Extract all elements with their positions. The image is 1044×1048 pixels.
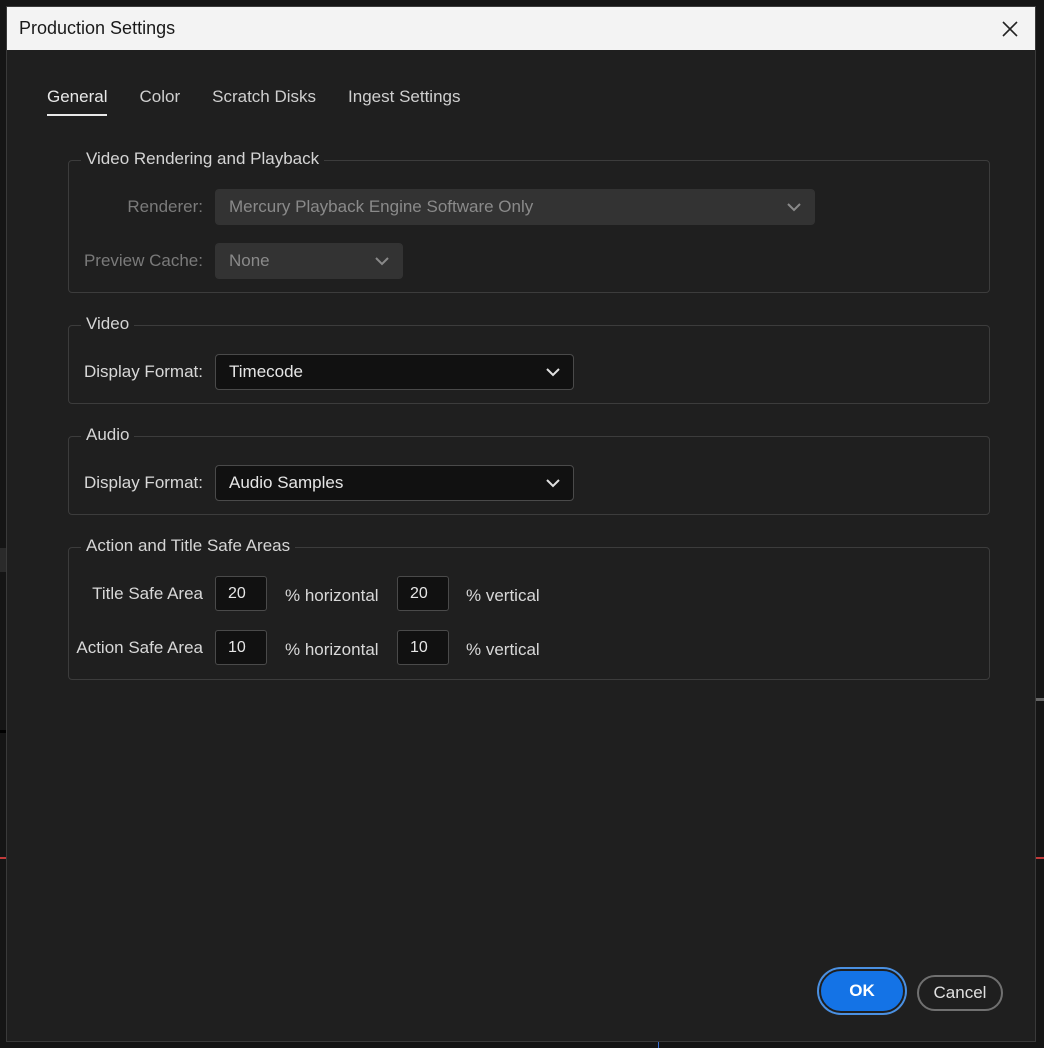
renderer-value: Mercury Playback Engine Software Only [229,197,534,216]
action-safe-vertical-input[interactable]: 10 [397,630,449,665]
renderer-dropdown: Mercury Playback Engine Software Only [215,189,815,225]
production-settings-dialog: Production Settings General Color Scratc… [6,6,1036,1042]
chevron-down-icon [375,257,389,266]
close-button[interactable] [985,7,1035,50]
close-icon [1002,20,1018,37]
audio-group: Audio Display Format: Audio Samples [68,425,990,515]
video-group: Video Display Format: Timecode [68,314,990,404]
chevron-down-icon [546,368,560,377]
window-title: Production Settings [19,18,176,38]
chevron-down-icon [546,479,560,488]
vertical-unit-label: % vertical [466,586,540,605]
audio-display-format-dropdown[interactable]: Audio Samples [215,465,574,501]
title-safe-label: Title Safe Area [92,584,203,603]
video-display-format-value: Timecode [229,362,304,381]
group-title: Video [81,314,135,334]
action-safe-label: Action Safe Area [76,638,203,657]
vertical-unit-label: % vertical [466,640,540,659]
renderer-label: Renderer: [127,197,203,216]
audio-display-format-value: Audio Samples [229,473,344,492]
group-title: Audio [81,425,135,445]
video-display-format-dropdown[interactable]: Timecode [215,354,574,390]
ok-button[interactable]: OK [819,969,905,1013]
tab-bar: General Color Scratch Disks Ingest Setti… [47,87,461,116]
horizontal-unit-label: % horizontal [285,640,379,659]
preview-cache-dropdown: None [215,243,403,279]
action-safe-horizontal-input[interactable]: 10 [215,630,267,665]
video-rendering-group: Video Rendering and Playback Renderer: M… [68,149,990,293]
group-title: Video Rendering and Playback [81,149,325,169]
title-safe-vertical-input[interactable]: 20 [397,576,449,611]
tab-color[interactable]: Color [139,87,180,115]
cancel-button[interactable]: Cancel [917,975,1003,1011]
horizontal-unit-label: % horizontal [285,586,379,605]
tab-scratch-disks[interactable]: Scratch Disks [212,87,316,115]
chevron-down-icon [787,203,801,212]
title-safe-horizontal-input[interactable]: 20 [215,576,267,611]
tab-ingest-settings[interactable]: Ingest Settings [348,87,460,115]
audio-display-format-label: Display Format: [83,473,203,492]
preview-cache-label: Preview Cache: [83,251,203,270]
video-display-format-label: Display Format: [83,362,203,381]
tab-general[interactable]: General [47,87,108,116]
titlebar: Production Settings [7,7,1035,50]
preview-cache-value: None [229,251,270,270]
group-title: Action and Title Safe Areas [81,536,296,556]
safe-areas-group: Action and Title Safe Areas Title Safe A… [68,536,990,680]
